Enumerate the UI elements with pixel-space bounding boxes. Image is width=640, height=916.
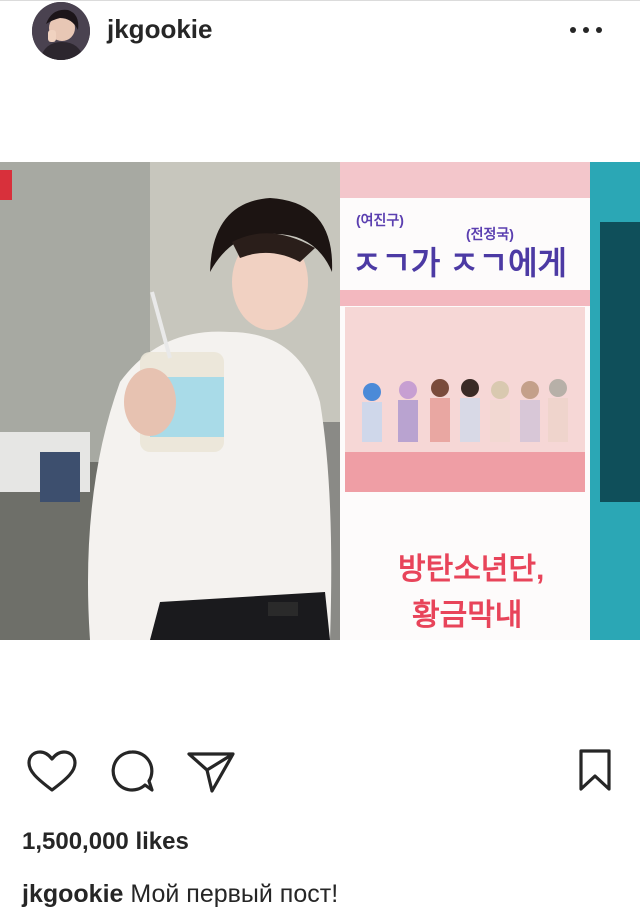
likes-count[interactable]: 1,500,000 likes (22, 828, 189, 856)
avatar[interactable] (32, 2, 90, 60)
bookmark-icon[interactable] (575, 748, 615, 797)
comment-icon[interactable] (108, 748, 156, 799)
header-username[interactable]: jkgookie (107, 14, 212, 45)
post-header: jkgookie (0, 0, 640, 64)
post-photo[interactable]: (여진구) (전정국) ㅈㄱ가 ㅈㄱ에게 방탄소년단, 황금막내 (0, 162, 640, 640)
caption-text: Мой первый пост! (130, 880, 339, 908)
banner-heading: ㅈㄱ가 ㅈㄱ에게 (352, 245, 567, 281)
banner-footer-line1: 방탄소년단, (398, 553, 545, 586)
more-dots-icon[interactable] (568, 22, 604, 38)
heart-icon[interactable] (26, 750, 78, 799)
caption: jkgookie Мой первый пост! (22, 880, 338, 909)
banner-label-left: (여진구) (356, 212, 404, 228)
paper-plane-icon[interactable] (186, 750, 236, 799)
caption-username[interactable]: jkgookie (22, 880, 123, 908)
banner-footer-line2: 황금막내 (412, 599, 523, 632)
